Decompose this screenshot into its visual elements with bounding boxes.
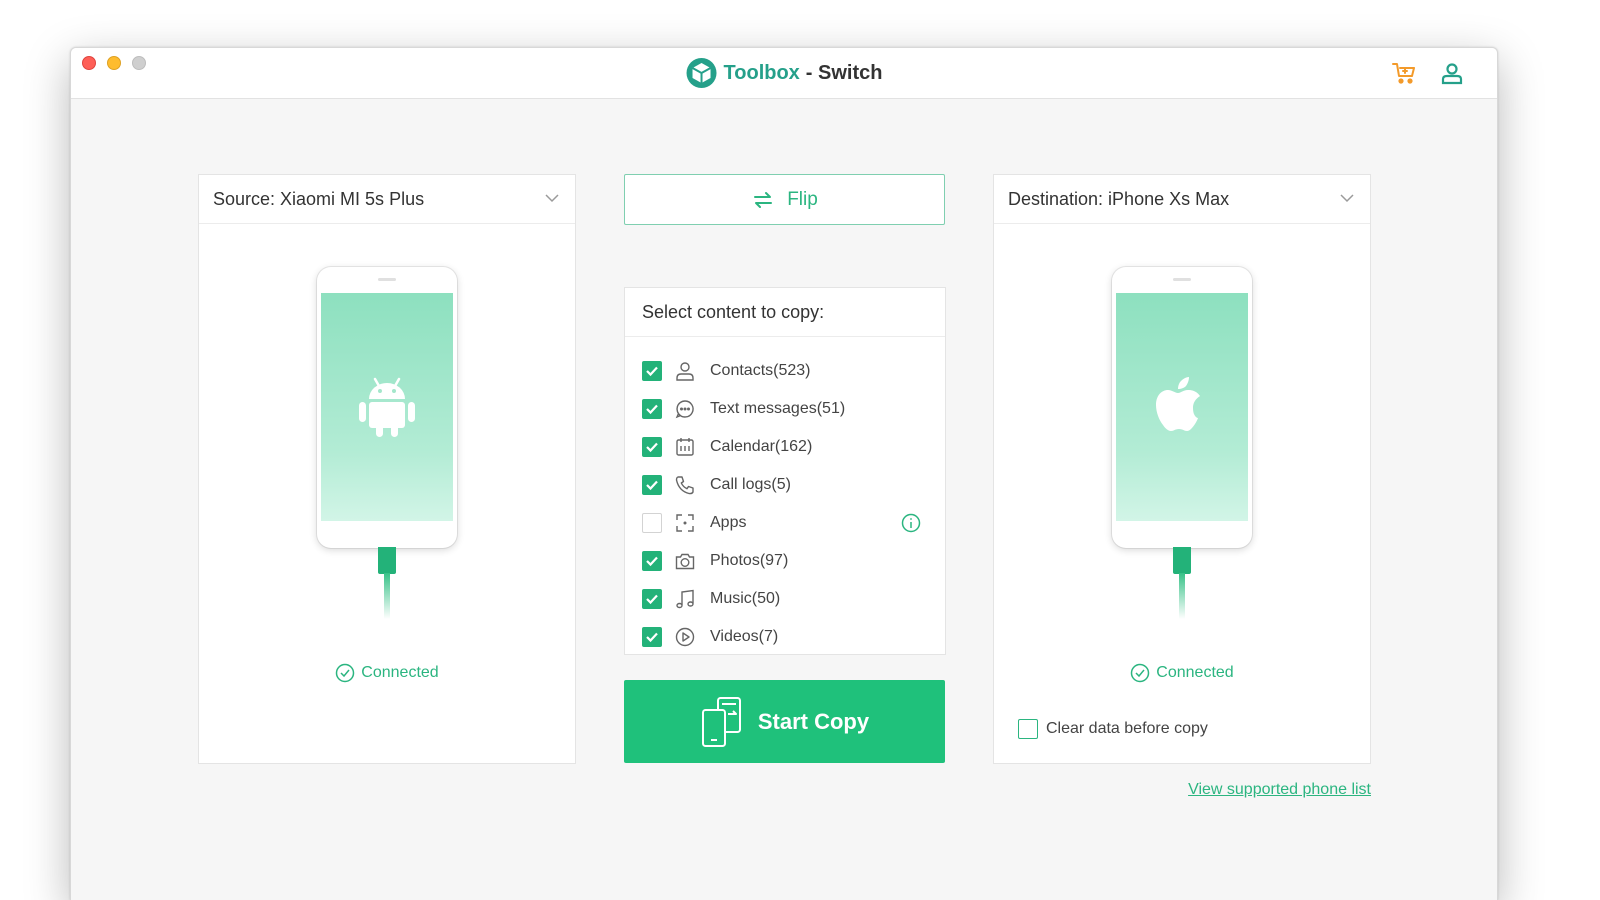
content-item-label: Videos(7)	[710, 628, 779, 645]
content-item-apps[interactable]: Apps	[642, 504, 929, 542]
content-title: Select content to copy:	[625, 288, 945, 337]
content-item-label: Contacts(523)	[710, 362, 811, 379]
title-bar: Toolbox - Switch	[71, 48, 1497, 99]
android-icon	[359, 377, 415, 437]
clear-data-option[interactable]: Clear data before copy	[1018, 719, 1208, 739]
checkbox[interactable]	[642, 513, 662, 533]
app-title: Toolbox - Switch	[686, 57, 883, 89]
video-icon	[675, 627, 695, 647]
content-item-music[interactable]: Music(50)	[642, 580, 929, 618]
checkbox[interactable]	[642, 437, 662, 457]
calendar-icon	[676, 438, 694, 456]
chevron-down-icon[interactable]	[545, 193, 559, 203]
destination-panel: Destination: iPhone Xs Max Connected Cle…	[993, 174, 1371, 764]
start-copy-label: Start Copy	[757, 708, 870, 734]
phone-screen	[321, 293, 453, 521]
destination-phone	[1112, 267, 1252, 548]
logo-icon	[686, 58, 717, 88]
checkbox[interactable]	[642, 589, 662, 609]
content-item-label: Music(50)	[710, 590, 781, 607]
clear-data-checkbox[interactable]	[1018, 719, 1038, 739]
cable-wire	[1179, 573, 1185, 619]
check-icon	[646, 632, 658, 643]
app-subtitle: - Switch	[805, 61, 883, 84]
brand-name: Toolbox	[723, 61, 800, 84]
phone-speaker	[1173, 278, 1191, 281]
checkbox[interactable]	[642, 475, 662, 495]
content-item-text-messages[interactable]: Text messages(51)	[642, 390, 929, 428]
cart-icon[interactable]	[1391, 60, 1417, 86]
close-window-button[interactable]	[82, 56, 96, 70]
user-icon[interactable]	[1439, 60, 1465, 86]
content-item-contacts[interactable]: Contacts(523)	[642, 352, 929, 390]
check-circle-icon	[1131, 663, 1150, 683]
content-item-photos[interactable]: Photos(97)	[642, 542, 929, 580]
message-icon	[675, 400, 694, 419]
phone-speaker	[378, 278, 396, 281]
maximize-window-button[interactable]	[132, 56, 146, 70]
check-icon	[646, 366, 658, 377]
destination-selector[interactable]: Destination: iPhone Xs Max	[994, 175, 1370, 224]
content-list: Contacts(523) Text messages(51) Calendar…	[642, 352, 929, 656]
source-panel: Source: Xiaomi MI 5s Plus Connected	[198, 174, 576, 764]
content-item-calendar[interactable]: Calendar(162)	[642, 428, 929, 466]
content-panel: Select content to copy: Contacts(523) Te…	[624, 287, 946, 655]
phone-screen	[1116, 293, 1248, 521]
checkbox[interactable]	[642, 361, 662, 381]
content-item-call-logs[interactable]: Call logs(5)	[642, 466, 929, 504]
destination-status: Connected	[994, 663, 1370, 683]
supported-phones-link[interactable]: View supported phone list	[1188, 781, 1371, 799]
start-copy-button[interactable]: Start Copy	[624, 680, 945, 763]
minimize-window-button[interactable]	[107, 56, 121, 70]
camera-icon	[675, 553, 695, 570]
checkbox[interactable]	[642, 551, 662, 571]
check-icon	[646, 480, 658, 491]
source-label: Source: Xiaomi MI 5s Plus	[213, 188, 425, 209]
destination-label: Destination: iPhone Xs Max	[1008, 188, 1230, 209]
cable-wire	[384, 573, 390, 619]
cable-plug	[1173, 547, 1191, 574]
check-circle-icon	[336, 663, 355, 683]
info-icon[interactable]	[901, 513, 921, 533]
source-phone	[317, 267, 457, 548]
check-icon	[646, 556, 658, 567]
content-item-label: Apps	[710, 514, 747, 531]
source-status: Connected	[199, 663, 575, 683]
destination-status-label: Connected	[1156, 664, 1234, 681]
clear-data-label: Clear data before copy	[1046, 720, 1208, 737]
apps-icon	[676, 514, 694, 532]
flip-button[interactable]: Flip	[624, 174, 945, 225]
copy-phones-icon	[701, 696, 741, 747]
cable-plug	[378, 547, 396, 574]
content-item-label: Calendar(162)	[710, 438, 813, 455]
flip-label: Flip	[787, 188, 818, 210]
apple-icon	[1156, 377, 1200, 431]
check-icon	[646, 404, 658, 415]
content-item-videos[interactable]: Videos(7)	[642, 618, 929, 656]
content-item-label: Photos(97)	[710, 552, 789, 569]
phone-icon	[675, 476, 694, 495]
swap-icon	[754, 191, 773, 208]
check-icon	[646, 594, 658, 605]
source-selector[interactable]: Source: Xiaomi MI 5s Plus	[199, 175, 575, 224]
contacts-icon	[676, 362, 694, 381]
check-icon	[646, 442, 658, 453]
chevron-down-icon[interactable]	[1340, 193, 1354, 203]
checkbox[interactable]	[642, 627, 662, 647]
checkbox[interactable]	[642, 399, 662, 419]
content-item-label: Text messages(51)	[710, 400, 846, 417]
content-item-label: Call logs(5)	[710, 476, 791, 493]
music-icon	[676, 589, 694, 609]
app-window: Toolbox - Switch Source: Xiaomi MI 5s Pl…	[70, 47, 1498, 900]
source-status-label: Connected	[361, 664, 439, 681]
